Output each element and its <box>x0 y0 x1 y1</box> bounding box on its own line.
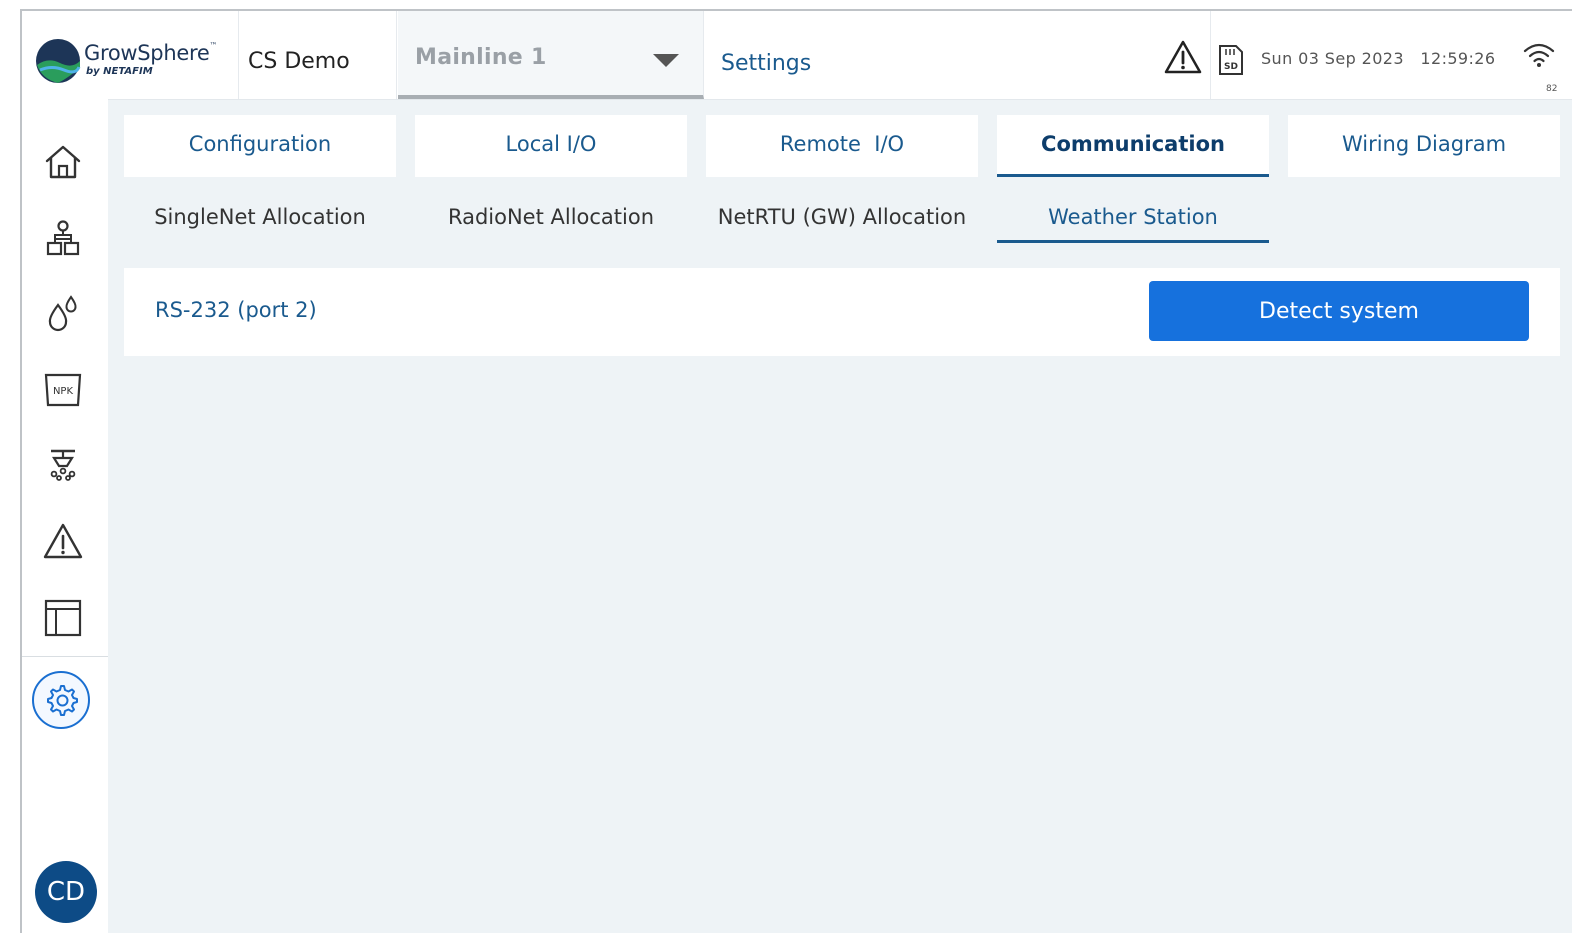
tab-local-io[interactable]: Local I/O <box>415 115 687 177</box>
weather-station-panel: RS-232 (port 2) Detect system <box>124 268 1560 356</box>
tab-configuration[interactable]: Configuration <box>124 115 396 177</box>
logo-by-netafim: by NETAFIM <box>86 66 153 77</box>
page-title: Settings <box>721 51 812 76</box>
growsphere-globe-logo-icon <box>36 39 81 83</box>
sub-tabs: SingleNet Allocation RadioNet Allocation… <box>124 183 1564 243</box>
sidebar: NPK CD <box>22 99 108 933</box>
tab-wiring-diagram[interactable]: Wiring Diagram <box>1288 115 1560 177</box>
alert-icon[interactable] <box>42 521 84 563</box>
sidebar-divider <box>22 656 108 657</box>
site-name: CS Demo <box>248 49 350 74</box>
npk-icon[interactable]: NPK <box>42 369 84 411</box>
wifi-icon[interactable] <box>1522 41 1556 69</box>
sd-card-icon[interactable]: SD <box>1218 44 1244 76</box>
subtab-weather-station[interactable]: Weather Station <box>997 183 1269 243</box>
alert-icon[interactable] <box>1163 39 1203 75</box>
subtab-netrtu-allocation[interactable]: NetRTU (GW) Allocation <box>706 183 978 243</box>
logo-name: GrowSphere™ <box>84 41 217 65</box>
hierarchy-icon[interactable] <box>42 217 84 259</box>
app-window: GrowSphere™ by NETAFIM CS Demo Mainline … <box>20 9 1572 933</box>
date-time: Sun 03 Sep 2023 12:59:26 <box>1261 49 1495 68</box>
trademark-mark: ™ <box>209 41 218 50</box>
top-bar: GrowSphere™ by NETAFIM CS Demo Mainline … <box>22 11 1572 100</box>
caret-down-icon <box>653 54 679 67</box>
avatar[interactable]: CD <box>35 861 97 923</box>
port-label: RS-232 (port 2) <box>155 298 317 322</box>
logo-text: GrowSphere <box>84 41 210 65</box>
mainline-selected: Mainline 1 <box>415 45 547 70</box>
subtab-radionet-allocation[interactable]: RadioNet Allocation <box>415 183 687 243</box>
time-text: 12:59:26 <box>1420 49 1496 68</box>
table-icon[interactable] <box>42 597 84 639</box>
sidebar-item-settings[interactable] <box>32 671 90 729</box>
wifi-signal-value: 82 <box>1546 84 1558 94</box>
site-selector[interactable]: CS Demo <box>239 11 397 99</box>
svg-text:SD: SD <box>1224 62 1238 72</box>
mainline-dropdown[interactable]: Mainline 1 <box>398 11 704 99</box>
main-tabs: Configuration Local I/O Remote I/O Commu… <box>124 115 1564 177</box>
drops-icon[interactable] <box>42 293 84 335</box>
date-text: Sun 03 Sep 2023 <box>1261 49 1404 68</box>
home-icon[interactable] <box>42 141 84 183</box>
gear-icon <box>47 685 78 716</box>
detect-system-button[interactable]: Detect system <box>1149 281 1529 341</box>
tab-communication[interactable]: Communication <box>997 115 1269 177</box>
npk-icon-label: NPK <box>53 386 74 397</box>
tab-remote-io[interactable]: Remote I/O <box>706 115 978 177</box>
sprinkler-icon[interactable] <box>42 445 84 487</box>
logo-area[interactable]: GrowSphere™ by NETAFIM <box>22 11 239 99</box>
subtab-singlenet-allocation[interactable]: SingleNet Allocation <box>124 183 396 243</box>
page-title-area: Settings <box>705 11 1211 99</box>
